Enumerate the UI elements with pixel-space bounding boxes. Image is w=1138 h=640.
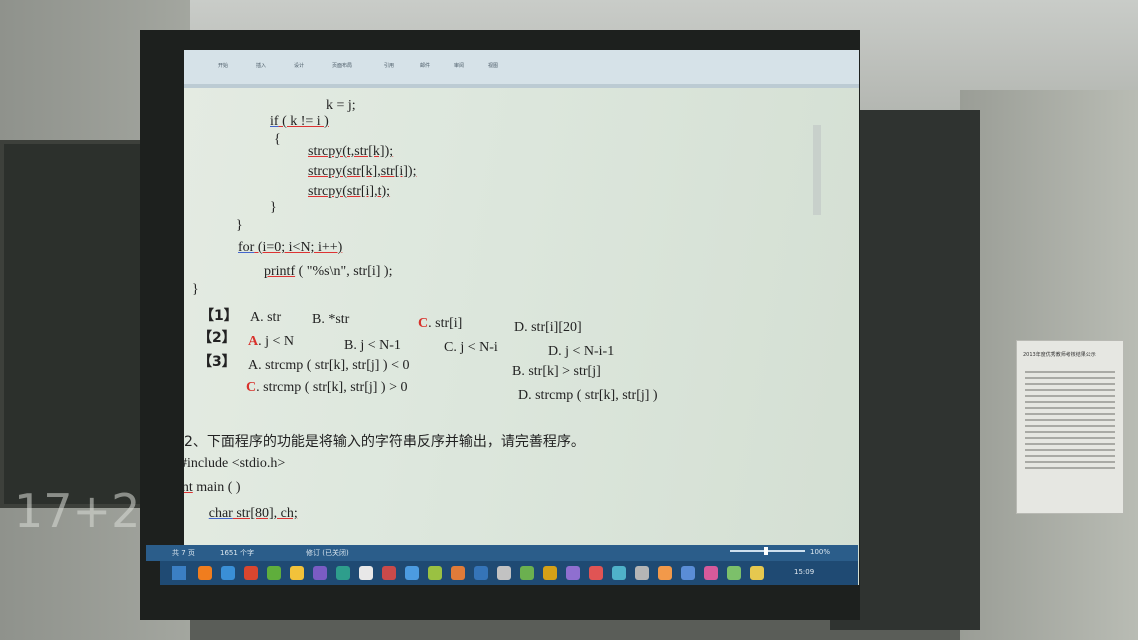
taskbar-app-icon[interactable] — [497, 566, 511, 580]
code-text: (i=0; i<N; i++) — [254, 240, 343, 255]
option-c: C. strcmp ( str[k], str[j] ) > 0 — [246, 380, 408, 395]
page-count: 共 7 页 — [172, 549, 195, 557]
code-line: strcpy(str[k],str[i]); — [308, 164, 417, 179]
taskbar-app-icon[interactable] — [244, 566, 258, 580]
taskbar-app-icon[interactable] — [382, 566, 396, 580]
zoom-slider-handle[interactable] — [764, 547, 768, 555]
word-count: 1651 个字 — [220, 549, 255, 557]
taskbar-app-icon[interactable] — [267, 566, 281, 580]
taskbar-app-icon[interactable] — [750, 566, 764, 580]
option-d: D. str[i][20] — [514, 320, 582, 335]
chalk-writing: 17+2) — [14, 484, 159, 538]
track-changes-status[interactable]: 修订 (已关闭) — [306, 548, 349, 558]
taskbar-app-icon[interactable] — [727, 566, 741, 580]
option-a: A. j < N — [248, 334, 295, 349]
notice-text-lines — [1025, 367, 1115, 473]
tab-design[interactable]: 设计 — [294, 62, 304, 69]
tab-insert[interactable]: 插入 — [256, 62, 266, 69]
option-d: D. strcmp ( str[k], str[j] ) — [518, 388, 658, 403]
taskbar-app-icon[interactable] — [635, 566, 649, 580]
code-line: printf ( "%s\n", str[i] ); — [264, 264, 392, 280]
taskbar-app-icon[interactable] — [704, 566, 718, 580]
taskbar-app-icon[interactable] — [681, 566, 695, 580]
tab-review[interactable]: 审阅 — [454, 62, 464, 69]
option-c: C. j < N-i — [444, 340, 498, 355]
taskbar-app-icon[interactable] — [658, 566, 672, 580]
tab-mailings[interactable]: 邮件 — [420, 62, 430, 69]
code-line: {char str[80], ch; — [184, 506, 298, 522]
code-line: for (i=0; i<N; i++) — [238, 240, 342, 256]
code-text: main ( ) — [192, 480, 241, 495]
question-label: 【3】 — [198, 354, 236, 370]
code-keyword: for — [238, 240, 255, 255]
taskbar-app-icon[interactable] — [543, 566, 557, 580]
code-line: if ( k != i ) — [270, 114, 329, 130]
taskbar-app-icon[interactable] — [336, 566, 350, 580]
taskbar-app-icon[interactable] — [198, 566, 212, 580]
code-line: } — [236, 218, 243, 233]
code-line: k = j; — [326, 98, 356, 113]
taskbar-app-icon[interactable] — [612, 566, 626, 580]
code-line: int main ( ) — [184, 480, 241, 496]
option-b: B. j < N-1 — [344, 338, 401, 353]
vertical-scrollbar[interactable] — [813, 125, 821, 215]
taskbar-clock: 15:09 — [794, 568, 815, 576]
tab-references[interactable]: 引用 — [384, 62, 394, 69]
taskbar-app-icon[interactable] — [428, 566, 442, 580]
option-b: B. str[k] > str[j] — [512, 364, 601, 379]
taskbar-app-icon[interactable] — [520, 566, 534, 580]
taskbar-app-icon[interactable] — [359, 566, 373, 580]
taskbar-app-icon[interactable] — [589, 566, 603, 580]
notice-title: 2013年度优秀教师考核结果公示 — [1023, 352, 1096, 358]
option-d: D. j < N-i-1 — [548, 344, 615, 359]
taskbar-app-icon[interactable] — [290, 566, 304, 580]
wall-notice: 2013年度优秀教师考核结果公示 — [1016, 340, 1124, 514]
code-line: strcpy(t,str[k]); — [308, 144, 394, 159]
taskbar-app-icon[interactable] — [474, 566, 488, 580]
code-line: strcpy(str[i],t); — [308, 184, 391, 199]
code-text: ( "%s\n", str[i] ); — [295, 264, 393, 279]
taskbar-app-icon[interactable] — [221, 566, 235, 580]
taskbar-app-icon[interactable] — [566, 566, 580, 580]
option-a: A. strcmp ( str[k], str[j] ) < 0 — [248, 358, 410, 373]
option-b: B. *str — [312, 312, 350, 327]
status-bar: 共 7 页 1651 个字 修订 (已关闭) 100% — [146, 545, 858, 561]
question-label: 【1】 — [200, 308, 238, 324]
code-keyword: char — [208, 506, 233, 521]
code-keyword: if — [270, 114, 279, 129]
taskbar-app-icon[interactable] — [405, 566, 419, 580]
code-line: } — [192, 282, 199, 297]
question-label: 【2】 — [198, 330, 236, 346]
tab-view[interactable]: 视图 — [488, 62, 498, 69]
option-c: C. str[i] — [418, 316, 463, 331]
answer-mark: A — [248, 334, 259, 349]
question-prompt: 2、下面程序的功能是将输入的字符串反序并输出，请完善程序。 — [184, 434, 585, 450]
code-text: ( k != i ) — [278, 114, 329, 129]
option-a: A. str — [250, 310, 282, 325]
code-line: #include <stdio.h> — [184, 456, 286, 471]
taskbar-app-icon[interactable] — [451, 566, 465, 580]
word-document: 开始 插入 设计 页面布局 引用 邮件 审阅 视图 k = j; if ( k … — [184, 50, 859, 585]
code-keyword: int — [184, 480, 193, 495]
answer-mark: C — [418, 316, 429, 331]
code-keyword: printf — [264, 264, 296, 279]
zoom-level[interactable]: 100% — [810, 548, 830, 556]
answer-mark: C — [246, 380, 257, 395]
code-line: } — [270, 200, 277, 215]
tab-home[interactable]: 开始 — [218, 62, 228, 69]
ruler — [184, 84, 859, 88]
ribbon-toolbar: 开始 插入 设计 页面布局 引用 邮件 审阅 视图 — [184, 50, 859, 88]
tab-layout[interactable]: 页面布局 — [332, 62, 352, 69]
code-text: str[80], ch; — [232, 506, 298, 521]
code-line: { — [274, 132, 281, 147]
taskbar-app-icon[interactable] — [313, 566, 327, 580]
start-button[interactable] — [172, 566, 186, 580]
